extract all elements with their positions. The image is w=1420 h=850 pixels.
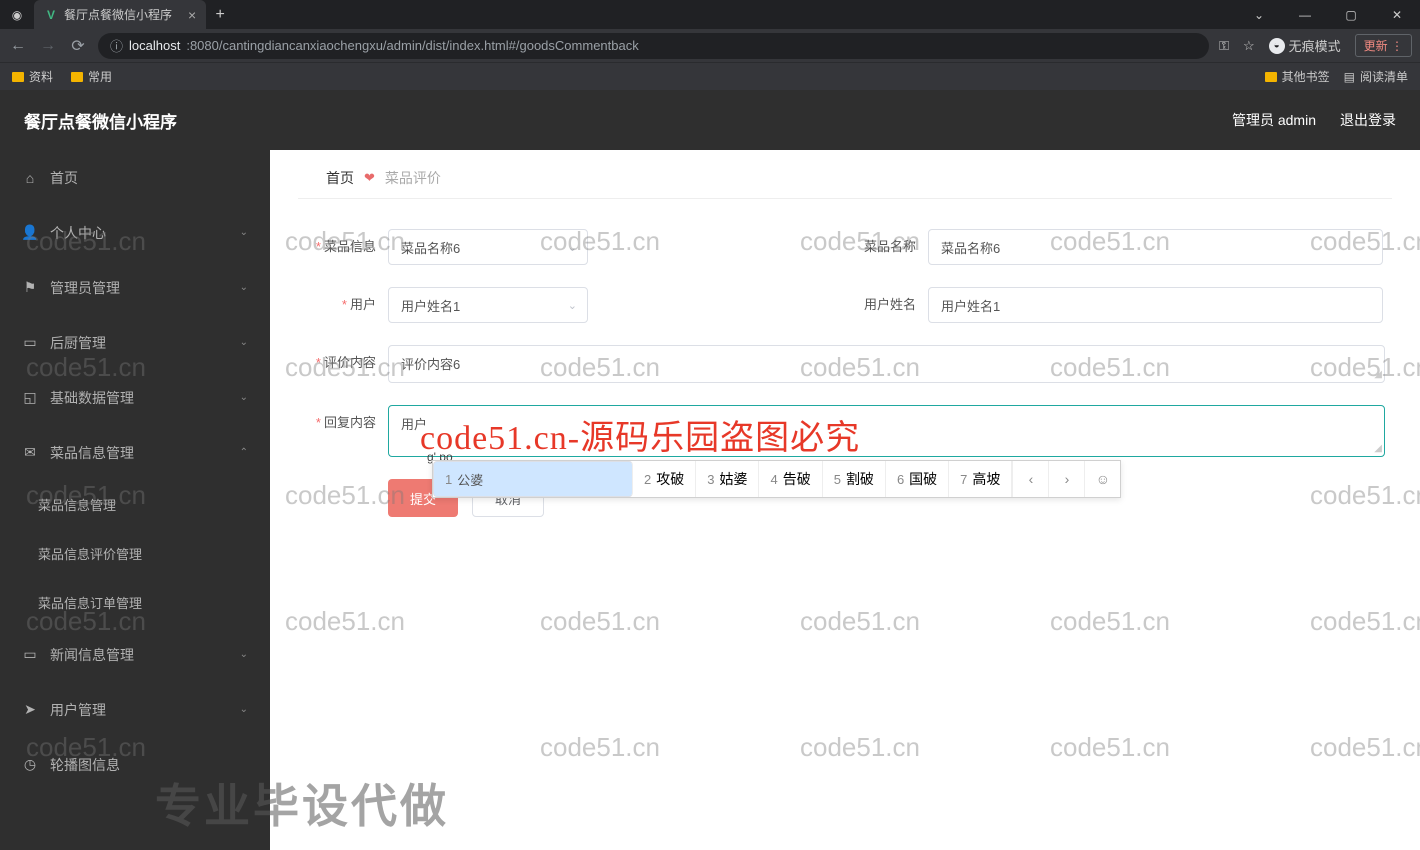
chevron-down-icon: ⌄	[240, 337, 248, 348]
other-bookmarks[interactable]: 其他书签	[1265, 68, 1330, 85]
ime-prev-icon[interactable]: ‹	[1012, 461, 1048, 497]
close-window-icon[interactable]: ✕	[1374, 0, 1420, 29]
crop-icon: ◱	[22, 390, 38, 406]
chevron-down-icon: ⌄	[240, 704, 248, 715]
list-icon: ▤	[1344, 70, 1355, 84]
chevron-down-icon: ⌄	[240, 649, 248, 660]
url-path: :8080/cantingdiancanxiaochengxu/admin/di…	[186, 38, 638, 53]
tab-title: 餐厅点餐微信小程序	[64, 6, 172, 23]
ime-candidate-7[interactable]: 7高坡	[949, 461, 1012, 497]
chevron-down-icon[interactable]: ⌄	[1236, 0, 1282, 29]
send-icon: ➤	[22, 702, 38, 718]
dish-info-select[interactable]: 菜品名称6⌄	[388, 229, 588, 265]
dish-name-label: 菜品名称	[838, 229, 928, 265]
key-icon[interactable]: ⚿	[1219, 38, 1229, 54]
incognito-badge: ◒无痕模式	[1269, 36, 1341, 55]
address-bar: ← → ⟳ ⓘ localhost :8080/cantingdiancanxia…	[0, 29, 1420, 62]
window-controls: ⌄ ― ▢ ✕	[1236, 0, 1420, 29]
mail-icon: ✉	[22, 445, 38, 461]
chevron-down-icon: ⌄	[568, 241, 577, 254]
info-icon: ⓘ	[110, 36, 123, 55]
browser-tab-bar: ◉ V 餐厅点餐微信小程序 × + ⌄ ― ▢ ✕	[0, 0, 1420, 29]
ime-candidate-4[interactable]: 4告破	[759, 461, 822, 497]
ime-candidate-3[interactable]: 3姑婆	[696, 461, 759, 497]
home-icon: ⌂	[22, 170, 38, 186]
bookmark-bar: 资料 常用 其他书签 ▤阅读清单	[0, 62, 1420, 90]
chevron-down-icon: ⌄	[240, 392, 248, 403]
user-icon: 👤	[22, 225, 38, 241]
user-label: *用户	[298, 287, 388, 323]
sidebar-item-personal[interactable]: 👤个人中心⌄	[0, 205, 270, 260]
ime-emoji-icon[interactable]: ☺	[1084, 461, 1120, 497]
resize-icon: ◢	[1374, 369, 1382, 380]
breadcrumb-current: 菜品评价	[385, 168, 441, 188]
tab-active[interactable]: V 餐厅点餐微信小程序 ×	[34, 0, 206, 29]
new-tab-button[interactable]: +	[206, 6, 234, 24]
eval-textarea[interactable]: 评价内容6◢	[388, 345, 1385, 383]
sidebar-item-home[interactable]: ⌂首页	[0, 150, 270, 205]
sidebar-item-dish-review[interactable]: 菜品信息评价管理	[0, 529, 270, 578]
admin-label[interactable]: 管理员 admin	[1232, 110, 1316, 130]
chevron-down-icon: ⌄	[240, 227, 248, 238]
ime-candidate-5[interactable]: 5割破	[823, 461, 886, 497]
display-icon: ▭	[22, 335, 38, 351]
back-icon[interactable]: ←	[8, 37, 28, 55]
bookmark-folder-1[interactable]: 资料	[12, 68, 53, 85]
sidebar-item-news[interactable]: ▭新闻信息管理⌄	[0, 627, 270, 682]
close-icon[interactable]: ×	[188, 7, 196, 23]
heart-icon: ❤	[364, 170, 375, 186]
star-icon[interactable]: ☆	[1243, 38, 1255, 54]
sidebar-item-dish[interactable]: ✉菜品信息管理⌃	[0, 425, 270, 480]
reload-icon[interactable]: ⟳	[68, 36, 88, 56]
folder-icon	[71, 72, 83, 82]
chevron-up-icon: ⌃	[240, 447, 248, 458]
sidebar-item-admin[interactable]: ⚑管理员管理⌄	[0, 260, 270, 315]
user-select[interactable]: 用户姓名1⌄	[388, 287, 588, 323]
flag-icon: ⚑	[22, 280, 38, 296]
sidebar-item-carousel[interactable]: ◷轮播图信息	[0, 737, 270, 792]
folder-icon	[1265, 72, 1277, 82]
app-title: 餐厅点餐微信小程序	[24, 108, 177, 133]
dish-name-input[interactable]: 菜品名称6	[928, 229, 1383, 265]
ime-candidate-2[interactable]: 2攻破	[633, 461, 696, 497]
vue-icon: V	[44, 8, 58, 22]
incognito-icon: ◒	[1269, 38, 1285, 54]
news-icon: ▭	[22, 647, 38, 663]
sidebar-item-kitchen[interactable]: ▭后厨管理⌄	[0, 315, 270, 370]
ime-candidate-1[interactable]: 1公婆	[433, 461, 633, 497]
clock-icon: ◷	[22, 757, 38, 773]
reading-list[interactable]: ▤阅读清单	[1344, 68, 1408, 85]
dish-info-label: *菜品信息	[298, 229, 388, 265]
forward-icon[interactable]: →	[38, 37, 58, 55]
breadcrumb: 首页 ❤ 菜品评价	[298, 150, 1392, 199]
logout-link[interactable]: 退出登录	[1340, 110, 1396, 130]
breadcrumb-home[interactable]: 首页	[326, 168, 354, 188]
eval-label: *评价内容	[298, 345, 388, 381]
sidebar-item-dish-order[interactable]: 菜品信息订单管理	[0, 578, 270, 627]
reply-label: *回复内容	[298, 405, 388, 441]
sidebar-item-user[interactable]: ➤用户管理⌄	[0, 682, 270, 737]
sidebar-item-dish-manage[interactable]: 菜品信息管理	[0, 480, 270, 529]
resize-icon: ◢	[1374, 443, 1382, 454]
reply-textarea[interactable]: 用户◢	[388, 405, 1385, 457]
chevron-down-icon: ⌄	[568, 299, 577, 312]
maximize-icon[interactable]: ▢	[1328, 0, 1374, 29]
user-name-label: 用户姓名	[838, 287, 928, 323]
user-name-input[interactable]: 用户姓名1	[928, 287, 1383, 323]
update-button[interactable]: 更新 ⋮	[1355, 34, 1412, 57]
bookmark-folder-2[interactable]: 常用	[71, 68, 112, 85]
sidebar: ⌂首页 👤个人中心⌄ ⚑管理员管理⌄ ▭后厨管理⌄ ◱基础数据管理⌄ ✉菜品信息…	[0, 90, 270, 850]
url-input[interactable]: ⓘ localhost :8080/cantingdiancanxiaocheng…	[98, 33, 1209, 59]
sidebar-item-basic[interactable]: ◱基础数据管理⌄	[0, 370, 270, 425]
folder-icon	[12, 72, 24, 82]
ime-candidate-bar[interactable]: 1公婆 2攻破 3姑婆 4告破 5割破 6国破 7高坡 ‹ › ☺	[432, 460, 1121, 498]
ime-next-icon[interactable]: ›	[1048, 461, 1084, 497]
globe-icon: ◉	[10, 8, 24, 22]
minimize-icon[interactable]: ―	[1282, 0, 1328, 29]
url-host: localhost	[129, 38, 180, 53]
chevron-down-icon: ⌄	[240, 282, 248, 293]
app-header: 餐厅点餐微信小程序 管理员 admin 退出登录	[0, 90, 1420, 150]
ime-candidate-6[interactable]: 6国破	[886, 461, 949, 497]
tab-blank[interactable]: ◉	[0, 0, 34, 29]
